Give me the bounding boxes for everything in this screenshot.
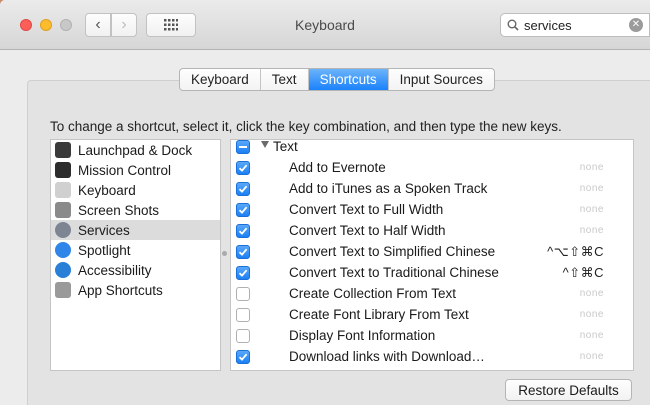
category-item-services[interactable]: Services <box>51 220 220 240</box>
category-label: Screen Shots <box>78 202 160 218</box>
service-row[interactable]: Create Collection From Text none <box>231 283 633 304</box>
keyboard-preferences-window: ‹ › Keyboard services ✕ Keyboard Text Sh… <box>0 0 650 405</box>
app-shortcuts-icon <box>55 282 71 298</box>
category-item-app-shortcuts[interactable]: App Shortcuts <box>51 280 220 300</box>
checkmark-icon <box>238 164 248 172</box>
service-row[interactable]: Display Font Information none <box>231 325 633 346</box>
category-label: Keyboard <box>78 182 136 198</box>
service-row[interactable]: Download links with Download… none <box>231 346 633 367</box>
category-list[interactable]: Launchpad & Dock Mission Control Keyboard S… <box>50 139 221 371</box>
service-label: Convert Text to Half Width <box>289 223 446 238</box>
checkmark-icon <box>238 185 248 193</box>
disclosure-triangle-icon[interactable] <box>261 141 269 148</box>
tab-input-sources[interactable]: Input Sources <box>389 69 494 90</box>
category-item-launchpad-dock[interactable]: Launchpad & Dock <box>51 140 220 160</box>
gear-icon <box>55 222 71 238</box>
service-checkbox[interactable] <box>236 244 250 259</box>
mission-control-icon <box>55 162 71 178</box>
service-checkbox[interactable] <box>236 181 250 196</box>
service-label: Convert Text to Simplified Chinese <box>289 244 496 259</box>
keyboard-icon <box>55 182 71 198</box>
service-row[interactable]: Convert Text to Full Width none <box>231 199 633 220</box>
search-input[interactable]: services <box>524 18 629 33</box>
checkmark-icon <box>238 206 248 214</box>
service-row[interactable]: Convert Text to Half Width none <box>231 220 633 241</box>
service-checkbox[interactable] <box>236 223 250 238</box>
title-bar: ‹ › Keyboard services ✕ <box>0 0 650 50</box>
shortcut-key[interactable]: none <box>580 351 604 362</box>
service-row[interactable]: Add to Evernote none <box>231 157 633 178</box>
service-label: Download links with Download… <box>289 349 485 364</box>
search-icon <box>507 19 519 31</box>
tab-shortcuts[interactable]: Shortcuts <box>308 69 389 90</box>
spotlight-icon <box>55 242 71 258</box>
checkmark-icon <box>238 269 248 277</box>
checkmark-icon <box>238 353 248 361</box>
split-divider-handle[interactable] <box>222 251 227 256</box>
service-label: Convert Text to Full Width <box>289 202 444 217</box>
tab-bar: Keyboard Text Shortcuts Input Sources <box>179 68 495 91</box>
shortcut-key[interactable]: none <box>580 288 604 299</box>
category-item-mission-control[interactable]: Mission Control <box>51 160 220 180</box>
shortcut-key[interactable]: none <box>580 330 604 341</box>
category-label: Mission Control <box>78 162 172 178</box>
category-item-screen-shots[interactable]: Screen Shots <box>51 200 220 220</box>
shortcut-key[interactable]: none <box>580 162 604 173</box>
service-row[interactable]: Add to iTunes as a Spoken Track none <box>231 178 633 199</box>
category-item-spotlight[interactable]: Spotlight <box>51 240 220 260</box>
checkmark-icon <box>238 227 248 235</box>
category-label: App Shortcuts <box>78 282 163 298</box>
service-label: Display Font Information <box>289 328 436 343</box>
category-item-accessibility[interactable]: Accessibility <box>51 260 220 280</box>
service-label: Add to Evernote <box>289 160 386 175</box>
services-list[interactable]: Text Add to Evernote none Add to iTunes as … <box>230 139 634 371</box>
service-checkbox[interactable] <box>236 328 250 343</box>
instructions-text: To change a shortcut, select it, click t… <box>50 119 562 134</box>
shortcut-key[interactable]: none <box>580 309 604 320</box>
service-checkbox[interactable] <box>236 160 250 175</box>
service-label: Add to iTunes as a Spoken Track <box>289 181 488 196</box>
service-checkbox[interactable] <box>236 307 250 322</box>
accessibility-icon <box>55 262 71 278</box>
shortcut-key[interactable]: none <box>580 183 604 194</box>
service-group-row[interactable]: Text <box>231 139 633 157</box>
checkmark-icon <box>238 248 248 256</box>
group-label: Text <box>273 139 298 154</box>
category-label: Services <box>78 222 130 238</box>
service-checkbox[interactable] <box>236 349 250 364</box>
search-field[interactable]: services ✕ <box>500 13 650 37</box>
tab-text[interactable]: Text <box>261 69 309 90</box>
service-checkbox[interactable] <box>236 286 250 301</box>
screenshot-icon <box>55 202 71 218</box>
launchpad-dock-icon <box>55 142 71 158</box>
restore-defaults-button[interactable]: Restore Defaults <box>505 379 632 401</box>
category-item-keyboard[interactable]: Keyboard <box>51 180 220 200</box>
service-checkbox[interactable] <box>236 265 250 280</box>
group-checkbox[interactable] <box>236 140 250 154</box>
shortcut-key[interactable]: ^⌥⇧⌘C <box>547 244 604 260</box>
dash-icon <box>239 145 247 148</box>
category-label: Launchpad & Dock <box>78 142 193 158</box>
service-checkbox[interactable] <box>236 202 250 217</box>
service-row[interactable]: Convert Text to Traditional Chinese ^⇧⌘C <box>231 262 633 283</box>
clear-search-icon[interactable]: ✕ <box>629 18 643 32</box>
shortcut-key[interactable]: none <box>580 225 604 236</box>
tab-keyboard[interactable]: Keyboard <box>180 69 261 90</box>
category-label: Accessibility <box>78 262 152 278</box>
shortcut-key[interactable]: none <box>580 204 604 215</box>
service-label: Create Font Library From Text <box>289 307 469 322</box>
service-row[interactable]: Convert Text to Simplified Chinese ^⌥⇧⌘C <box>231 241 633 262</box>
service-label: Convert Text to Traditional Chinese <box>289 265 499 280</box>
service-label: Create Collection From Text <box>289 286 457 301</box>
service-row[interactable]: Create Font Library From Text none <box>231 304 633 325</box>
category-label: Spotlight <box>78 242 131 258</box>
shortcut-key[interactable]: ^⇧⌘C <box>563 265 604 281</box>
